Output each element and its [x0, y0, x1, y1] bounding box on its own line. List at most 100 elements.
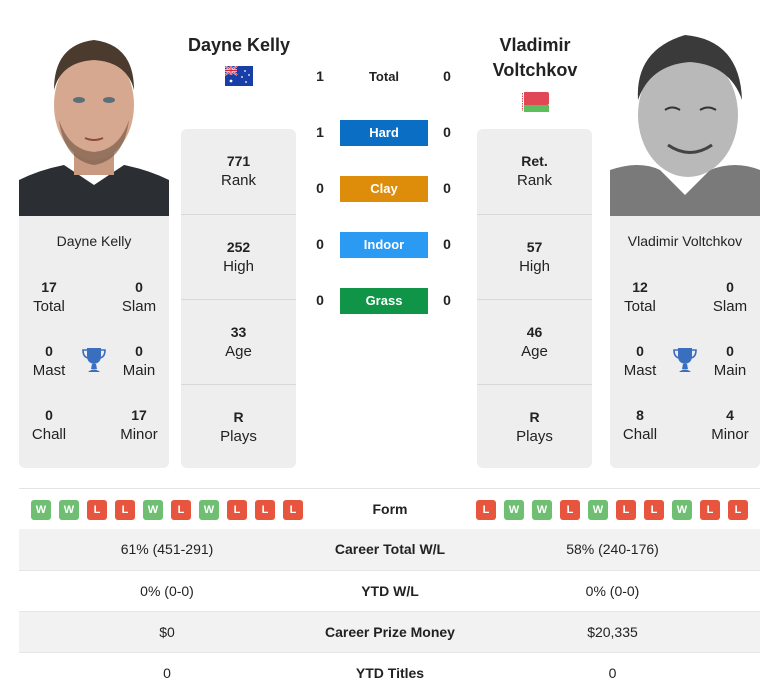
form-badge-win[interactable]: W: [143, 500, 163, 520]
titles-minor-value: 17: [131, 407, 147, 423]
form-badge-loss[interactable]: L: [87, 500, 107, 520]
surface-badge-clay[interactable]: Clay: [340, 176, 428, 202]
form-badges-left: WWLLWLWLLL: [31, 500, 303, 520]
titles-chall-value: 0: [45, 407, 53, 423]
age-value: 46: [526, 324, 543, 340]
form-badge-win[interactable]: W: [532, 500, 552, 520]
form-badge-loss[interactable]: L: [560, 500, 580, 520]
form-badge-loss[interactable]: L: [255, 500, 275, 520]
titles-total-label: Total: [624, 298, 656, 315]
form-badge-loss[interactable]: L: [227, 500, 247, 520]
h2h-left-value: 1: [316, 124, 324, 140]
form-badge-loss[interactable]: L: [616, 500, 636, 520]
high-label: High: [223, 258, 254, 275]
titles-slam-label: Slam: [121, 298, 157, 315]
comparison-row-prize-money: $0 Career Prize Money $20,335: [19, 611, 760, 652]
age-label: Age: [521, 343, 548, 360]
plays-value: R: [233, 409, 244, 425]
comparison-row-ytd-titles: 0 YTD Titles 0: [19, 652, 760, 693]
row-label: YTD Titles: [355, 665, 425, 681]
form-badge-win[interactable]: W: [672, 500, 692, 520]
age-stat: 46 Age: [477, 299, 592, 384]
titles-chall-label: Chall: [31, 426, 67, 443]
titles-mast-label: Mast: [623, 362, 657, 379]
row-label: Career Prize Money: [325, 624, 455, 640]
player-name-left[interactable]: Dayne Kelly: [19, 233, 169, 249]
right-value: 0: [608, 665, 617, 681]
titles-mast-value: 0: [636, 343, 644, 359]
player-stats-card-left: 771 Rank 252 High 33 Age R Plays: [181, 129, 296, 468]
surface-label-total: Total: [368, 69, 400, 84]
left-value: $0: [159, 624, 175, 640]
rank-value: Ret.: [521, 153, 548, 169]
player-stats-card-right: Ret. Rank 57 High 46 Age R Plays: [477, 129, 592, 468]
titles-chall: 8 Chall: [610, 405, 670, 445]
form-badge-loss[interactable]: L: [476, 500, 496, 520]
titles-main: 0 Main: [700, 341, 760, 381]
form-badge-loss[interactable]: L: [728, 500, 748, 520]
surface-badge-indoor[interactable]: Indoor: [340, 232, 428, 258]
plays-label: Plays: [516, 428, 553, 445]
titles-total: 17 Total: [19, 277, 79, 317]
trophy-icon: [672, 346, 698, 374]
player-name-heading-right[interactable]: Vladimir Voltchkov: [470, 33, 600, 83]
form-badge-loss[interactable]: L: [283, 500, 303, 520]
age-value: 33: [230, 324, 247, 340]
h2h-right-value: 0: [443, 292, 451, 308]
rank-stat: Ret. Rank: [477, 129, 592, 214]
surface-badge-grass[interactable]: Grass: [340, 288, 428, 314]
titles-total-label: Total: [33, 298, 65, 315]
titles-slam-value: 0: [135, 279, 143, 295]
titles-chall-label: Chall: [622, 426, 658, 443]
form-badge-win[interactable]: W: [199, 500, 219, 520]
h2h-row-indoor: 0 Indoor 0: [300, 232, 470, 260]
high-label: High: [519, 258, 550, 275]
belarus-flag-icon: [521, 92, 549, 112]
titles-total-value: 12: [632, 279, 648, 295]
age-stat: 33 Age: [181, 299, 296, 384]
comparison-row-ytd-wl: 0% (0-0) YTD W/L 0% (0-0): [19, 570, 760, 611]
form-badge-win[interactable]: W: [59, 500, 79, 520]
row-label: Career Total W/L: [334, 541, 446, 557]
titles-minor-label: Minor: [120, 426, 158, 443]
player-name-heading-left[interactable]: Dayne Kelly: [170, 33, 308, 58]
form-badge-win[interactable]: W: [588, 500, 608, 520]
h2h-left-value: 0: [316, 292, 324, 308]
h2h-left-value: 0: [316, 180, 324, 196]
australia-flag-icon: [224, 65, 253, 86]
surface-badge-hard[interactable]: Hard: [340, 120, 428, 146]
h2h-left-value: 0: [316, 236, 324, 252]
rank-label: Rank: [220, 172, 257, 189]
rank-label: Rank: [516, 172, 553, 189]
titles-minor: 17 Minor: [109, 405, 169, 445]
comparison-row-career-wl: 61% (451-291) Career Total W/L 58% (240-…: [19, 529, 760, 570]
titles-chall-value: 8: [636, 407, 644, 423]
player-titles-card-left: Dayne Kelly 17 Total 0 Slam 0 Mast 0 Mai…: [19, 216, 169, 468]
titles-main-label: Main: [122, 362, 156, 379]
h2h-row-clay: 0 Clay 0: [300, 176, 470, 204]
form-badge-win[interactable]: W: [31, 500, 51, 520]
form-badge-win[interactable]: W: [504, 500, 524, 520]
titles-minor-label: Minor: [711, 426, 749, 443]
titles-minor-value: 4: [726, 407, 734, 423]
player-titles-card-right: Vladimir Voltchkov 12 Total 0 Slam 0 Mas…: [610, 216, 760, 468]
form-badge-loss[interactable]: L: [115, 500, 135, 520]
titles-total: 12 Total: [610, 277, 670, 317]
titles-mast: 0 Mast: [19, 341, 79, 381]
h2h-left-value: 1: [316, 68, 324, 84]
player-name-right[interactable]: Vladimir Voltchkov: [610, 233, 760, 249]
form-badge-loss[interactable]: L: [644, 500, 664, 520]
high-value: 57: [526, 239, 543, 255]
row-label: YTD W/L: [361, 583, 419, 599]
form-badge-loss[interactable]: L: [171, 500, 191, 520]
high-stat: 57 High: [477, 214, 592, 299]
form-label: Form: [372, 501, 408, 517]
form-badge-loss[interactable]: L: [700, 500, 720, 520]
titles-mast-label: Mast: [32, 362, 66, 379]
h2h-right-value: 0: [443, 68, 451, 84]
form-badges-right: LWWLWLLWLL: [476, 500, 748, 520]
right-value: $20,335: [587, 624, 638, 640]
titles-slam: 0 Slam: [109, 277, 169, 317]
player-photo-left: [19, 20, 169, 216]
right-value: 0% (0-0): [585, 583, 640, 599]
